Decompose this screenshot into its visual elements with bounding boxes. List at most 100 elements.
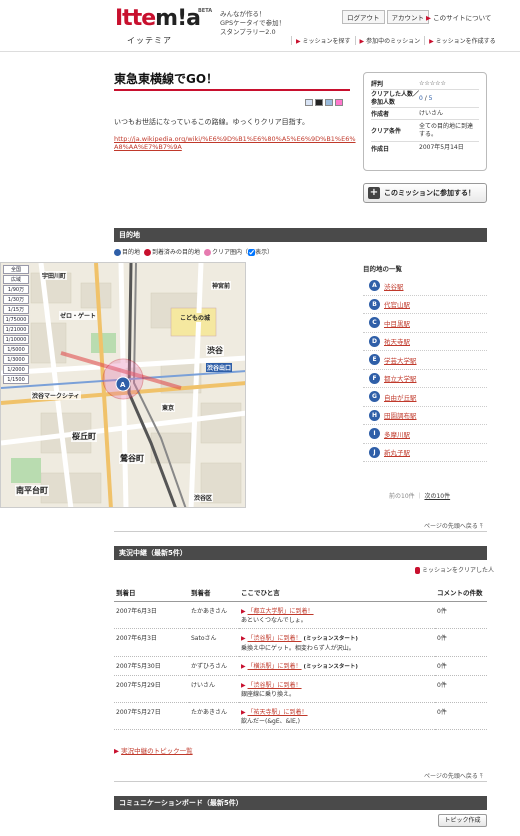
prev-page-link[interactable]: 前の10件 [389,493,415,500]
marker-i-icon: I [369,428,380,440]
page-top-link[interactable]: ページの先頭へ戻る ⤒ [424,771,482,781]
arrival-link[interactable]: 「横浜駅」に到着！ [248,663,302,670]
zoom-level-button[interactable]: 1/2000 [3,365,29,374]
map-label: こどもの城 [179,313,212,322]
destination-link[interactable]: 中目黒駅 [384,318,410,328]
map-canvas[interactable]: A [1,263,246,508]
map-label: 南平台町 [15,485,49,496]
column-header: コメントの件数 [435,583,487,602]
create-topic-button[interactable]: トピック作成 [438,814,487,827]
target-marker-icon [114,249,121,256]
arrival-link[interactable]: 「渋谷駅」に到着！ [248,682,302,689]
zoom-level-button[interactable]: 1/21000 [3,325,29,334]
nav-joined-missions[interactable]: ▶ 参加中のミッション [354,36,425,45]
mission-url-link[interactable]: http://ja.wikipedia.org/wiki/%E6%9D%B1%E… [114,135,359,151]
list-item: B 代官山駅 [363,296,487,314]
zoom-level-button[interactable]: 広域 [3,275,29,284]
table-row: 2007年5月27日 たかあきさん ▶ 「祐天寺駅」に到着！ 飲んだー(&gE、&… [114,702,487,730]
join-mission-button[interactable]: + このミッションに参加する！ [363,183,487,203]
mission-start-badge: (ミッションスタート) [303,636,358,642]
map-label: 渋谷区 [193,493,214,502]
svg-text:A: A [120,381,126,389]
zoom-level-button[interactable]: 1/3000 [3,355,29,364]
map-label: 東京 [161,403,176,412]
zoom-level-button[interactable]: 1/30万 [3,295,29,304]
bookmark-icon[interactable] [325,99,333,106]
comment-count: 0件 [435,656,487,676]
page-top-link[interactable]: ページの先頭へ戻る ⤒ [424,521,482,531]
arrival-user: けいさん [189,675,239,703]
zoom-level-button[interactable]: 1/5000 [3,345,29,354]
destination-link[interactable]: 田園調布駅 [384,410,417,420]
arrival-date: 2007年5月30日 [114,656,189,676]
tagline: みんなが作る！ GPSケータイで参加！ スタンプラリー2.0 [220,10,286,36]
list-item: C 中目黒駅 [363,314,487,333]
comment-count: 0件 [435,628,487,657]
social-bookmarks [305,99,343,106]
destination-link[interactable]: 代官山駅 [384,299,410,309]
nav-find-mission[interactable]: ▶ ミッションを探す [291,36,355,45]
next-page-link[interactable]: 次の10件 [424,493,450,500]
destination-pager: 前の10件 ｜ 次の10件 [389,493,451,500]
mission-description: いつもお世話になっているこの路線。ゆっくりクリア目指す。 [114,118,309,126]
mission-info-box: 評判 ☆☆☆☆☆ クリアした人数／参加人数 0 / 5 作成者 けいさん クリア… [363,72,487,171]
arrival-link[interactable]: 「都立大学駅」に到着！ [248,608,314,615]
destinations-header: 目的地 [114,228,487,242]
nav-create-mission[interactable]: ▶ ミッションを作成する [424,36,500,45]
account-button[interactable]: アカウント [386,10,429,24]
clear-area-checkbox[interactable] [248,249,256,256]
table-header-row: 到着日 到着者 ここでひと言 コメントの件数 [114,583,487,602]
destination-link[interactable]: 新丸子駅 [384,447,410,457]
zoom-level-button[interactable]: 1/1500 [3,375,29,384]
destination-link[interactable]: 都立大学駅 [384,373,417,383]
topic-list-link[interactable]: ▶ 実況中継のトピック一覧 [114,745,193,755]
main-nav: ▶ ミッションを探す ▶ 参加中のミッション ▶ ミッションを作成する [291,36,500,45]
list-item: J 新丸子駅 [363,444,487,462]
clear-count-row: クリアした人数／参加人数 0 / 5 [371,90,479,108]
arrival-comment: あといくつなんでしょ。 [241,617,307,624]
site-header: Ittem!a BETA イッテミア みんなが作る！ GPSケータイで参加！ ス… [0,0,520,52]
zoom-level-button[interactable]: 1/75000 [3,315,29,324]
destination-link[interactable]: 自由が丘駅 [384,392,417,402]
rating-stars[interactable]: ☆☆☆☆☆ [419,80,446,88]
bookmark-icon[interactable] [305,99,313,106]
arrival-comment: 銀座線に乗り換え。 [241,691,296,698]
divider [114,781,487,782]
list-item: I 多摩川駅 [363,425,487,444]
list-item: G 自由が丘駅 [363,388,487,407]
comment-count: 0件 [435,601,487,629]
condition-row: クリア条件 全ての目的地に到達する。 [371,120,479,142]
destination-link[interactable]: 祐天寺駅 [384,336,410,346]
marker-b-icon: B [369,298,380,310]
map-label: 渋谷マークシティ [31,391,81,400]
zoom-level-button[interactable]: 1/10000 [3,335,29,344]
about-link[interactable]: ▶ このサイトについて [426,12,491,22]
arrival-link[interactable]: 「渋谷駅」に到着！ [248,635,302,642]
zoom-level-button[interactable]: 全国 [3,265,29,274]
live-report-header: 実況中継（最新5件） [114,546,487,560]
marker-d-icon: D [369,335,380,347]
destination-link[interactable]: 学芸大学駅 [384,355,417,365]
arrival-user: Satoさん [189,628,239,657]
site-logo[interactable]: Ittem!a BETA イッテミア [115,6,215,46]
date-row: 作成日 2007年5月14日 [371,144,464,153]
bookmark-icon[interactable] [335,99,343,106]
bookmark-icon[interactable] [315,99,323,106]
title-underline [114,89,350,91]
logo-beta: BETA [198,8,213,14]
zoom-level-button[interactable]: 1/90万 [3,285,29,294]
logout-button[interactable]: ログアウト [342,10,385,24]
mission-map[interactable]: A 全国 広域 1/90万 1/30万 1/15万 1/75000 1/2100… [0,262,246,508]
map-zoom-controls: 全国 広域 1/90万 1/30万 1/15万 1/75000 1/21000 … [3,265,29,384]
list-item: F 都立大学駅 [363,370,487,388]
zoom-level-button[interactable]: 1/15万 [3,305,29,314]
destination-link[interactable]: 渋谷駅 [384,281,404,291]
arrival-link[interactable]: 「祐天寺駅」に到着！ [248,709,308,716]
author-row: 作成者 けいさん [371,108,479,120]
map-label: 宇田川町 [41,271,68,280]
destination-link[interactable]: 多摩川駅 [384,429,410,439]
logo-wordmark: Ittem!a [115,6,201,31]
page-title: 東急東横線でGO！ [114,72,219,86]
table-row: 2007年5月29日 けいさん ▶ 「渋谷駅」に到着！ 銀座線に乗り換え。 0件 [114,675,487,703]
table-row: 2007年6月3日 たかあきさん ▶ 「都立大学駅」に到着！ あといくつなんでしょ… [114,601,487,629]
